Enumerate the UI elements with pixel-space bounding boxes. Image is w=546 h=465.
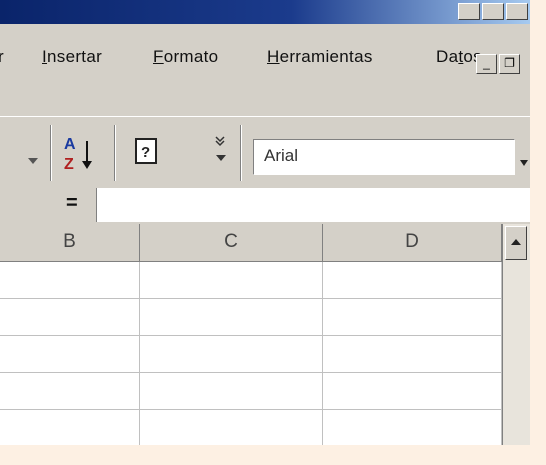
cell[interactable]: [0, 373, 140, 410]
formula-input[interactable]: [96, 188, 530, 222]
menu-ver[interactable]: r: [0, 47, 4, 67]
menu-herramientas[interactable]: Herramientas: [267, 47, 373, 67]
doc-restore-button[interactable]: ❐: [499, 54, 520, 74]
name-box[interactable]: [0, 192, 52, 218]
svg-text:Z: Z: [64, 156, 74, 173]
table-row: [0, 262, 502, 299]
cell[interactable]: [323, 336, 502, 373]
title-bar: [0, 0, 530, 24]
table-row: [0, 410, 502, 445]
maximize-window-button[interactable]: [482, 3, 504, 20]
cell[interactable]: [140, 262, 323, 299]
close-window-button[interactable]: [506, 3, 528, 20]
more-buttons-icon[interactable]: [214, 135, 228, 170]
cell[interactable]: [0, 262, 140, 299]
formula-equals-button[interactable]: =: [66, 192, 78, 215]
column-header-c[interactable]: C: [140, 224, 323, 262]
cell[interactable]: [323, 410, 502, 445]
toolbar-separator: [240, 125, 242, 181]
table-row: [0, 299, 502, 336]
svg-text:A: A: [64, 136, 76, 153]
font-dropdown-arrow-icon[interactable]: [520, 153, 528, 171]
cell[interactable]: [0, 336, 140, 373]
cell[interactable]: [323, 299, 502, 336]
window-controls: [458, 3, 528, 20]
table-row: [0, 336, 502, 373]
scroll-up-button[interactable]: [505, 226, 527, 260]
cell[interactable]: [323, 373, 502, 410]
font-name-value: Arial: [264, 146, 299, 165]
document-controls: _ ❐: [476, 54, 520, 74]
table-row: [0, 373, 502, 410]
dropdown-arrow-icon[interactable]: [28, 151, 38, 169]
font-name-combo[interactable]: Arial: [253, 139, 515, 175]
svg-text:?: ?: [141, 144, 150, 161]
excel-window: r Insertar Formato Herramientas Datos _ …: [0, 0, 530, 445]
toolbar-separator: [50, 125, 52, 181]
cell[interactable]: [0, 410, 140, 445]
menu-insertar[interactable]: Insertar: [42, 47, 102, 67]
formula-bar: =: [0, 188, 530, 224]
menu-formato[interactable]: Formato: [153, 47, 218, 67]
cell[interactable]: [140, 336, 323, 373]
cell[interactable]: [323, 262, 502, 299]
vertical-scrollbar[interactable]: [502, 224, 530, 445]
menu-bar: r Insertar Formato Herramientas Datos: [0, 24, 530, 80]
cell[interactable]: [140, 299, 323, 336]
cell[interactable]: [0, 299, 140, 336]
worksheet-grid: B C D: [0, 224, 530, 445]
column-header-d[interactable]: D: [323, 224, 502, 262]
help-icon[interactable]: ?: [132, 135, 162, 174]
formatting-toolbar: A Z ? Arial: [0, 116, 530, 188]
cell[interactable]: [140, 373, 323, 410]
doc-minimize-button[interactable]: _: [476, 54, 497, 74]
cell[interactable]: [140, 410, 323, 445]
sort-ascending-icon[interactable]: A Z: [62, 133, 96, 178]
minimize-window-button[interactable]: [458, 3, 480, 20]
column-header-b[interactable]: B: [0, 224, 140, 262]
toolbar-separator: [114, 125, 116, 181]
